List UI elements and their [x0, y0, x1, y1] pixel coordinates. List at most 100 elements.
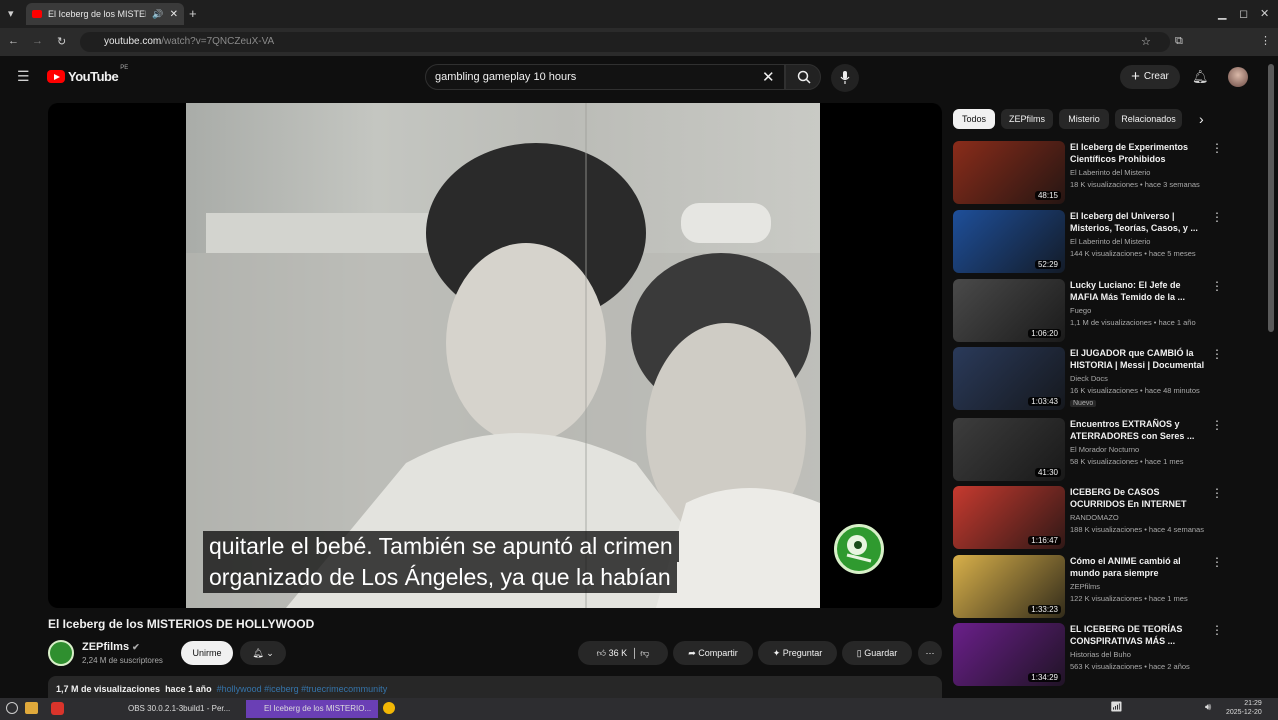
clear-search-icon[interactable]: ✕ [762, 68, 775, 86]
more-options-icon[interactable]: ⋮ [1211, 486, 1223, 500]
recommendation-item[interactable]: 48:15 El Iceberg de Experimentos Científi… [953, 141, 1223, 205]
browser-tab[interactable]: El Iceberg de los MISTERIOS DE HOLLYWOOD… [26, 3, 184, 25]
minimize-icon[interactable]: ▁ [1218, 7, 1226, 20]
recommendation-title[interactable]: EL ICEBERG DE TEORÍAS CONSPIRATIVAS MÁS … [1070, 623, 1206, 647]
search-input[interactable]: gambling gameplay 10 hours [425, 64, 785, 90]
recommendation-item[interactable]: 1:06:20 Lucky Luciano: El Jefe de MAFIA M… [953, 279, 1223, 343]
recommendation-item[interactable]: 1:03:43 El JUGADOR que CAMBIÓ la HISTORIA… [953, 347, 1223, 411]
recommendation-title[interactable]: Cómo el ANIME cambió al mundo para siemp… [1070, 555, 1206, 579]
menu-icon[interactable]: ☰ [17, 68, 30, 85]
app-icon[interactable] [51, 702, 64, 715]
channel-name[interactable]: ZEPfilms ✔ [82, 641, 140, 653]
more-options-icon[interactable]: ⋮ [1211, 418, 1223, 432]
recommendation-channel[interactable]: RANDOMAZO [1070, 513, 1119, 522]
hashtags[interactable]: #hollywood #iceberg #truecrimecommunity [217, 684, 388, 694]
notifications-bell-icon[interactable]: 🔔︎ [1192, 69, 1209, 85]
like-button[interactable]: 👍︎ 36 K │ 👎︎ [578, 641, 668, 665]
recommendation-thumbnail[interactable]: 41:30 [953, 418, 1065, 481]
recommendation-title[interactable]: Encuentros EXTRAÑOS y ATERRADORES con Se… [1070, 418, 1206, 442]
chevron-right-icon[interactable]: › [1199, 111, 1204, 127]
subscribe-bell-button[interactable]: 🔔︎ ⌄ [240, 641, 286, 665]
bookmark-star-icon[interactable]: ☆ [1141, 35, 1151, 48]
account-avatar[interactable] [1228, 67, 1248, 87]
recommendation-item[interactable]: 52:29 El Iceberg del Universo | Misterios… [953, 210, 1223, 274]
more-options-icon[interactable]: ⋮ [1211, 210, 1223, 224]
recommendation-meta: 188 K visualizaciones • hace 4 semanas [1070, 525, 1204, 534]
create-button[interactable]: + Crear [1120, 65, 1180, 89]
new-tab-icon[interactable]: + [189, 6, 197, 21]
save-label: Guardar [864, 648, 898, 658]
recommendation-thumbnail[interactable]: 1:03:43 [953, 347, 1065, 410]
chip-zepfilms[interactable]: ZEPfilms [1001, 109, 1053, 129]
chip-relacionados[interactable]: Relacionados [1115, 109, 1182, 129]
browser-tab-strip: ▾ El Iceberg de los MISTERIOS DE HOLLYWO… [0, 0, 1278, 28]
join-button[interactable]: Unirme [181, 641, 233, 665]
channel-avatar[interactable] [48, 640, 74, 666]
video-subtitles: quitarle el bebé. También se apuntó al c… [203, 531, 793, 593]
recommendation-item[interactable]: 1:33:23 Cómo el ANIME cambió al mundo par… [953, 555, 1223, 619]
description-box[interactable]: 1,7 M de visualizaciones hace 1 año #hol… [48, 676, 942, 700]
recommendation-thumbnail[interactable]: 48:15 [953, 141, 1065, 204]
recommendation-channel[interactable]: Dieck Docs [1070, 374, 1108, 383]
more-options-icon[interactable]: ⋮ [1211, 347, 1223, 361]
recommendation-title[interactable]: Lucky Luciano: El Jefe de MAFIA Más Temi… [1070, 279, 1206, 303]
voice-search-button[interactable] [831, 64, 859, 92]
browser-menu-icon[interactable]: ⋮ [1260, 34, 1271, 47]
channel-watermark-icon[interactable] [834, 524, 884, 574]
taskbar-obs[interactable]: OBS 30.0.2.1-3build1 - Per... [110, 700, 244, 718]
recommendation-thumbnail[interactable]: 1:33:23 [953, 555, 1065, 618]
recommendation-item[interactable]: 1:16:47 ICEBERG De CASOS OCURRIDOS En INT… [953, 486, 1223, 550]
more-actions-button[interactable]: ⋯ [918, 641, 942, 665]
save-button[interactable]: ▯ Guardar [842, 641, 912, 665]
more-options-icon[interactable]: ⋮ [1211, 141, 1223, 155]
chip-todos[interactable]: Todos [953, 109, 995, 129]
thumbs-down-icon[interactable]: 👎︎ [640, 648, 649, 658]
video-player[interactable]: quitarle el bebé. También se apuntó al c… [48, 103, 942, 608]
recommendation-thumbnail[interactable]: 1:16:47 [953, 486, 1065, 549]
volume-icon[interactable]: 🔊︎ [1205, 702, 1211, 713]
ask-button[interactable]: ✦ Preguntar [758, 641, 837, 665]
taskbar-browser[interactable]: El Iceberg de los MISTERIO... [246, 700, 378, 718]
recommendation-channel[interactable]: ZEPfilms [1070, 582, 1100, 591]
forward-icon[interactable]: → [32, 35, 43, 47]
recommendation-title[interactable]: El Iceberg de Experimentos Científicos P… [1070, 141, 1206, 165]
maximize-icon[interactable]: ◻ [1239, 7, 1248, 20]
files-icon[interactable] [25, 702, 38, 714]
recommendation-channel[interactable]: El Laberinto del Misterio [1070, 237, 1150, 246]
recommendation-item[interactable]: 1:34:29 EL ICEBERG DE TEORÍAS CONSPIRATIV… [953, 623, 1223, 687]
reload-icon[interactable]: ↻ [57, 35, 66, 48]
back-icon[interactable]: ← [8, 35, 19, 47]
recommendation-title[interactable]: El Iceberg del Universo | Misterios, Teo… [1070, 210, 1206, 234]
youtube-masthead: ☰ YouTube PE gambling gameplay 10 hours … [0, 56, 1278, 98]
recommendation-title[interactable]: ICEBERG De CASOS OCURRIDOS En INTERNET [1070, 486, 1206, 510]
more-options-icon[interactable]: ⋮ [1211, 555, 1223, 569]
start-menu-icon[interactable] [6, 702, 18, 714]
share-button[interactable]: ➦ Compartir [673, 641, 753, 665]
tab-search-icon[interactable]: ▾ [8, 7, 14, 20]
recommendation-channel[interactable]: Fuego [1070, 306, 1091, 315]
recommendation-item[interactable]: 41:30 Encuentros EXTRAÑOS y ATERRADORES c… [953, 418, 1223, 482]
youtube-logo[interactable]: YouTube PE [47, 65, 128, 84]
recommendation-thumbnail[interactable]: 52:29 [953, 210, 1065, 273]
recommendation-channel[interactable]: Historias del Buho [1070, 650, 1131, 659]
more-icon: ⋯ [925, 648, 935, 658]
recommendation-title[interactable]: El JUGADOR que CAMBIÓ la HISTORIA | Mess… [1070, 347, 1206, 371]
share-label: Compartir [698, 648, 738, 658]
more-options-icon[interactable]: ⋮ [1211, 279, 1223, 293]
recommendation-thumbnail[interactable]: 1:34:29 [953, 623, 1065, 686]
tab-close-icon[interactable]: ✕ [170, 9, 178, 20]
speaker-icon[interactable]: 🔊 [152, 9, 163, 20]
recommendation-channel[interactable]: El Laberinto del Misterio [1070, 168, 1150, 177]
search-button[interactable] [785, 64, 821, 90]
extensions-icon[interactable]: ⧉ [1175, 35, 1183, 48]
page-scrollbar[interactable] [1268, 64, 1274, 332]
clock[interactable]: 21:29 2025-12-20 [1226, 699, 1262, 717]
network-icon[interactable]: 📶︎ [1110, 702, 1123, 713]
chrome-icon[interactable] [383, 702, 395, 714]
recommendation-thumbnail[interactable]: 1:06:20 [953, 279, 1065, 342]
more-options-icon[interactable]: ⋮ [1211, 623, 1223, 637]
recommendation-channel[interactable]: El Morador Nocturno [1070, 445, 1139, 454]
window-close-icon[interactable]: ✕ [1260, 7, 1269, 20]
chip-misterio[interactable]: Misterio [1059, 109, 1109, 129]
url-field[interactable]: youtube.com/watch?v=7QNCZeuX-VA [80, 32, 1170, 52]
